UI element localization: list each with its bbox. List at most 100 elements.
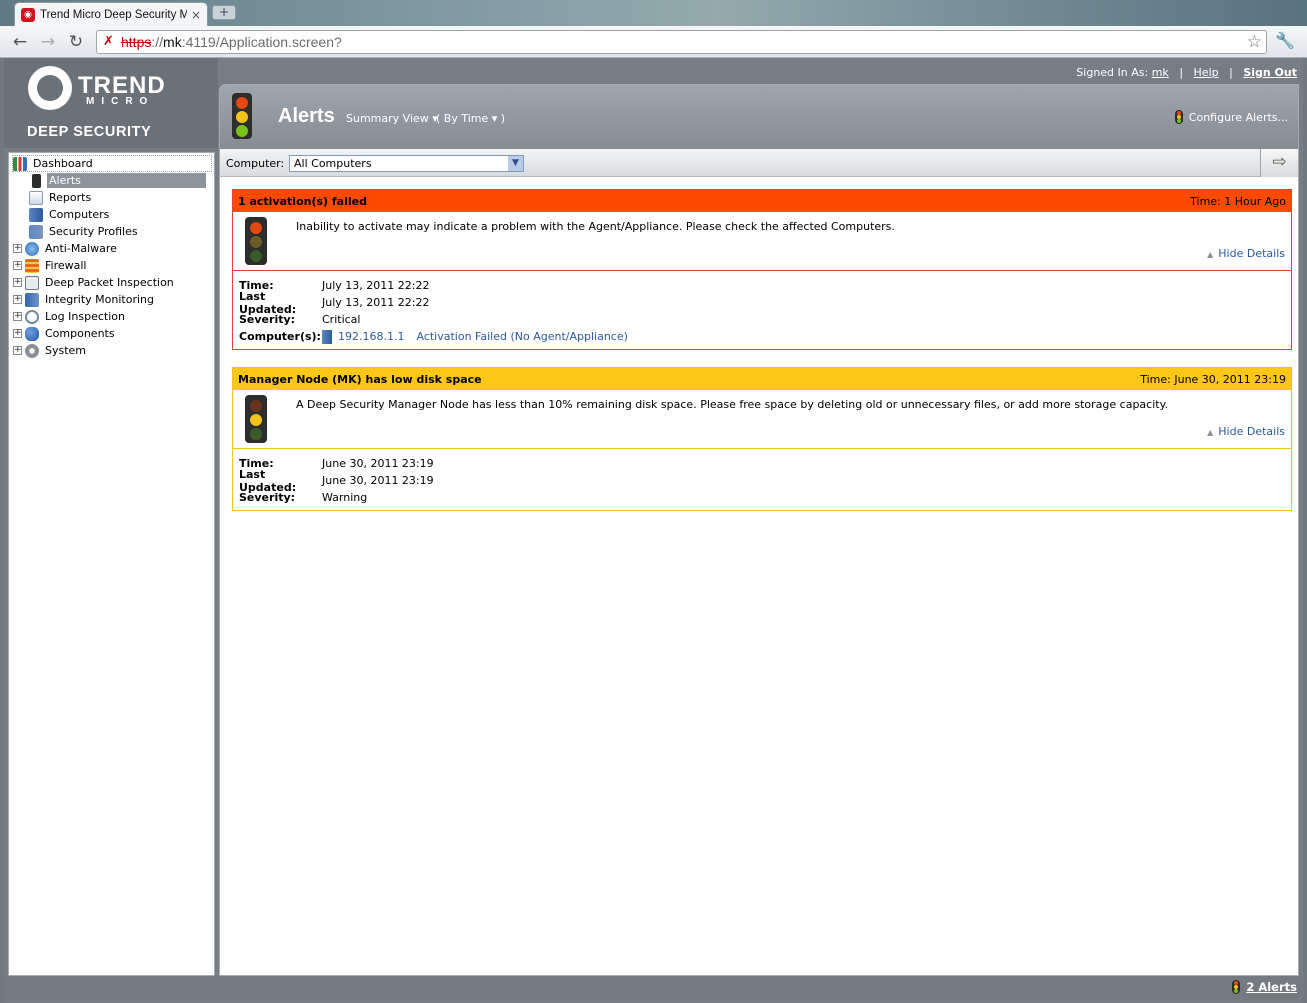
account-links: Signed In As: mk | Help | Sign Out xyxy=(1076,66,1297,79)
alert-detail-severity: Critical xyxy=(322,313,361,326)
sidebar-item-firewall[interactable]: + Firewall xyxy=(13,257,88,274)
computer-icon xyxy=(322,329,332,344)
log-inspection-icon xyxy=(25,309,39,324)
bookmark-star-icon[interactable]: ☆ xyxy=(1247,32,1262,52)
sidebar-item-dpi[interactable]: + Deep Packet Inspection xyxy=(13,274,176,291)
alert-summary: A Deep Security Manager Node has less th… xyxy=(233,390,1291,449)
expand-icon[interactable]: + xyxy=(13,346,22,355)
hide-details-link[interactable]: Hide Details xyxy=(1207,247,1285,260)
traffic-light-icon xyxy=(245,395,267,443)
by-time-menu[interactable]: ( By Time ▾ ) xyxy=(436,112,505,125)
url-text: https://mk:4119/Application.screen? xyxy=(121,34,342,50)
alert-title: 1 activation(s) failed xyxy=(238,194,367,208)
components-icon xyxy=(25,326,39,341)
go-arrow-button[interactable]: ⇨ xyxy=(1260,149,1298,177)
sidebar-item-security-profiles[interactable]: Security Profiles xyxy=(29,223,140,240)
alert-activation-failed: 1 activation(s) failed Time: 1 Hour Ago … xyxy=(232,189,1292,350)
system-gear-icon xyxy=(25,343,39,358)
trend-micro-favicon-icon: ◉ xyxy=(21,7,35,22)
hide-details-link[interactable]: Hide Details xyxy=(1207,425,1285,438)
firewall-icon xyxy=(25,258,39,273)
alert-time: Time: 1 Hour Ago xyxy=(1190,194,1286,208)
traffic-light-icon xyxy=(232,93,252,139)
deep-security-app: TREND MICRO DEEP SECURITY Signed In As: … xyxy=(4,58,1303,1003)
address-bar[interactable]: ✗ https://mk:4119/Application.screen? ☆ xyxy=(96,30,1267,54)
dpi-icon xyxy=(25,275,39,290)
signed-in-label: Signed In As: xyxy=(1076,66,1149,79)
alert-summary: Inability to activate may indicate a pro… xyxy=(233,212,1291,271)
back-arrow-icon[interactable]: ← xyxy=(10,32,30,52)
traffic-light-icon xyxy=(32,173,41,188)
help-link[interactable]: Help xyxy=(1194,66,1219,79)
main-panel: Alerts Summary View ▾ ( By Time ▾ ) Conf… xyxy=(219,84,1299,976)
summary-view-menu[interactable]: Summary View ▾ xyxy=(346,112,438,125)
alert-detail-time: June 30, 2011 23:19 xyxy=(322,457,434,470)
sidebar-item-alerts[interactable]: Alerts xyxy=(29,172,206,189)
alert-header: Manager Node (MK) has low disk space Tim… xyxy=(233,368,1291,390)
chevron-down-icon[interactable]: ▼ xyxy=(508,156,523,171)
alert-count-link[interactable]: 2 Alerts xyxy=(1232,980,1297,994)
alert-detail-updated: July 13, 2011 22:22 xyxy=(322,296,430,309)
tab-close-icon[interactable]: × xyxy=(191,8,201,22)
alert-description: A Deep Security Manager Node has less th… xyxy=(296,398,1169,411)
traffic-light-small-icon xyxy=(1232,980,1241,994)
alert-description: Inability to activate may indicate a pro… xyxy=(296,220,895,233)
computer-status-link[interactable]: Activation Failed (No Agent/Appliance) xyxy=(416,330,627,343)
expand-icon[interactable]: + xyxy=(13,261,22,270)
sidebar-item-dashboard[interactable]: Dashboard xyxy=(12,155,212,172)
integrity-icon xyxy=(25,292,39,307)
sidebar-item-log-inspection[interactable]: + Log Inspection xyxy=(13,308,127,325)
report-icon xyxy=(29,190,43,205)
alert-detail-severity: Warning xyxy=(322,491,368,504)
browser-tab[interactable]: ◉ Trend Micro Deep Security Ma × xyxy=(14,2,208,26)
sidebar-item-system[interactable]: + System xyxy=(13,342,88,359)
dashboard-icon xyxy=(13,156,27,171)
computer-filter-bar: Computer: All Computers ▼ ⇨ xyxy=(220,149,1298,177)
separator: | xyxy=(1179,66,1184,79)
logo-brand-sub: MICRO xyxy=(86,96,155,107)
new-tab-button[interactable]: + xyxy=(212,5,236,20)
computer-icon xyxy=(29,207,43,222)
user-link[interactable]: mk xyxy=(1152,66,1169,79)
expand-icon[interactable]: + xyxy=(13,329,22,338)
alert-detail-updated: June 30, 2011 23:19 xyxy=(322,474,434,487)
broken-ssl-icon: ✗ xyxy=(103,34,114,49)
traffic-light-icon xyxy=(245,217,267,265)
alert-time: Time: June 30, 2011 23:19 xyxy=(1140,372,1286,386)
product-name: DEEP SECURITY xyxy=(27,124,152,140)
computer-select[interactable]: All Computers ▼ xyxy=(289,155,524,172)
expand-icon[interactable]: + xyxy=(13,295,22,304)
anti-malware-icon xyxy=(25,241,39,256)
computer-filter-label: Computer: xyxy=(226,157,285,170)
trend-micro-emblem-icon xyxy=(28,66,72,110)
reload-icon[interactable]: ↻ xyxy=(66,32,86,52)
alert-low-disk-space: Manager Node (MK) has low disk space Tim… xyxy=(232,367,1292,511)
navigation-tree: Dashboard Alerts Reports Computers Secur… xyxy=(8,152,215,976)
configure-alerts-button[interactable]: Configure Alerts... xyxy=(1174,110,1288,124)
alert-detail-time: July 13, 2011 22:22 xyxy=(322,279,430,292)
wrench-menu-icon[interactable]: 🔧 xyxy=(1274,30,1296,52)
expand-icon[interactable]: + xyxy=(13,244,22,253)
forward-arrow-icon[interactable]: → xyxy=(38,32,58,52)
computer-link[interactable]: 192.168.1.1 xyxy=(338,330,404,343)
expand-icon[interactable]: + xyxy=(13,312,22,321)
alert-details: Time: July 13, 2011 22:22 Last Updated: Ju… xyxy=(239,279,628,344)
sidebar-item-anti-malware[interactable]: + Anti-Malware xyxy=(13,240,119,257)
sign-out-link[interactable]: Sign Out xyxy=(1243,66,1297,79)
alerts-header: Alerts Summary View ▾ ( By Time ▾ ) Conf… xyxy=(220,85,1298,149)
sidebar-item-components[interactable]: + Components xyxy=(13,325,117,342)
configure-alerts-label: Configure Alerts... xyxy=(1188,110,1288,124)
alert-details: Time: June 30, 2011 23:19 Last Updated: Ju… xyxy=(239,457,434,504)
browser-titlebar: ◉ Trend Micro Deep Security Ma × + xyxy=(0,0,1307,26)
traffic-light-small-icon xyxy=(1174,110,1183,124)
separator: | xyxy=(1229,66,1233,79)
alert-header: 1 activation(s) failed Time: 1 Hour Ago xyxy=(233,190,1291,212)
tab-title: Trend Micro Deep Security Ma xyxy=(40,8,187,21)
sidebar-item-reports[interactable]: Reports xyxy=(29,189,93,206)
page-title: Alerts xyxy=(278,105,335,127)
sidebar-item-integrity-monitoring[interactable]: + Integrity Monitoring xyxy=(13,291,156,308)
security-profile-icon xyxy=(29,224,43,239)
trend-micro-logo: TREND MICRO DEEP SECURITY xyxy=(4,58,218,148)
expand-icon[interactable]: + xyxy=(13,278,22,287)
sidebar-item-computers[interactable]: Computers xyxy=(29,206,111,223)
